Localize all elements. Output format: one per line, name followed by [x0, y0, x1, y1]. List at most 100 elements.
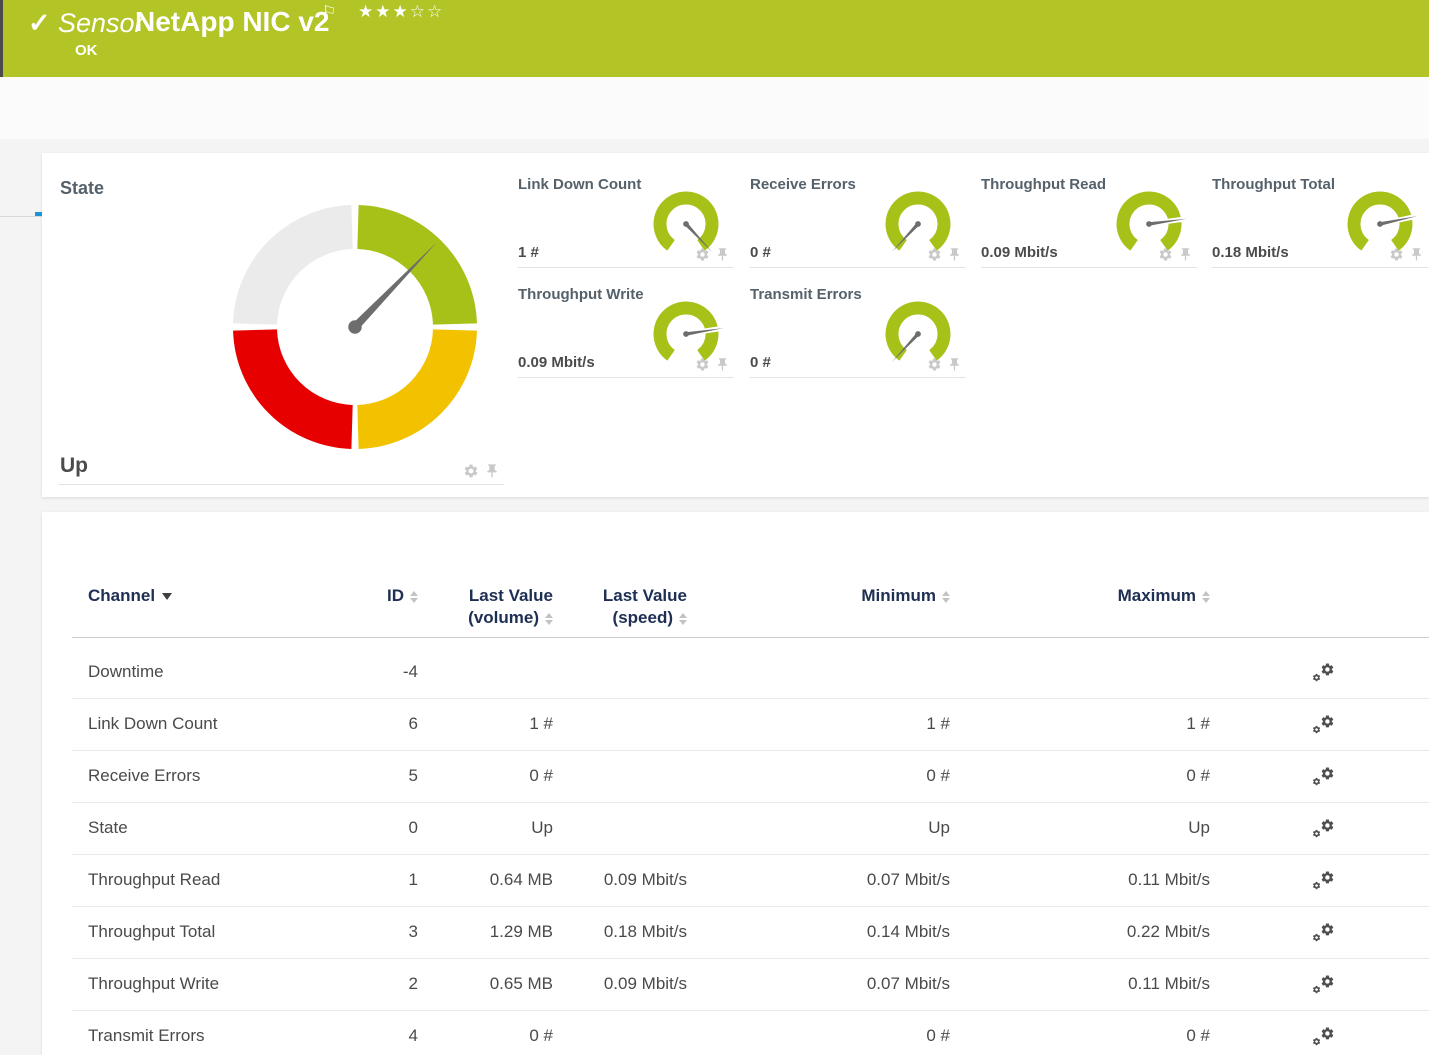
pin-icon[interactable]: [484, 463, 500, 479]
table-row-throughput-read: Throughput Read 1 0.64 MB 0.09 Mbit/s 0.…: [72, 855, 1429, 907]
gear-icon[interactable]: [695, 247, 710, 262]
cell-channel[interactable]: Throughput Write: [72, 959, 368, 1010]
priority-stars[interactable]: ★★★☆☆: [358, 2, 444, 22]
cell-maximum: 1 #: [950, 699, 1210, 750]
gear-icon[interactable]: [1158, 247, 1173, 262]
cell-id: 5: [368, 751, 418, 802]
channels-card: ChannelIDLast Value(volume) Last Value (sp…: [42, 512, 1429, 1055]
sort-icon: [942, 591, 950, 603]
column-label: Minimum: [861, 586, 936, 605]
table-row-throughput-write: Throughput Write 2 0.65 MB 0.09 Mbit/s 0…: [72, 959, 1429, 1011]
channel-settings-gears-icon[interactable]: [1312, 662, 1336, 684]
cell-last-value-volume: [418, 647, 553, 698]
gauge-value: 0 #: [750, 354, 771, 371]
gauge-title: Transmit Errors: [750, 286, 862, 303]
sort-desc-icon: [162, 593, 172, 600]
column-label: Last Value: [603, 586, 687, 605]
pin-icon[interactable]: [715, 247, 730, 262]
cell-last-value-speed: 0.09 Mbit/s: [553, 855, 687, 906]
pin-icon[interactable]: [715, 357, 730, 372]
gauge-panel-throughput-total: Throughput Total 0.18 Mbit/s: [1212, 170, 1428, 268]
cell-id: 3: [368, 907, 418, 958]
cell-id: -4: [368, 647, 418, 698]
cell-minimum: 0.07 Mbit/s: [687, 855, 950, 906]
table-row-receive-errors: Receive Errors 5 0 # 0 # 0 #: [72, 751, 1429, 803]
column-header-channel[interactable]: Channel: [72, 585, 368, 629]
cell-channel[interactable]: Transmit Errors: [72, 1011, 368, 1055]
gear-icon[interactable]: [927, 247, 942, 262]
cell-channel[interactable]: Link Down Count: [72, 699, 368, 750]
cell-id: 1: [368, 855, 418, 906]
gauge-panel-transmit-errors: Transmit Errors 0 #: [750, 280, 966, 378]
cell-channel[interactable]: Throughput Read: [72, 855, 368, 906]
column-header-last-value-speed[interactable]: Last Value (speed): [553, 585, 687, 629]
status-text: OK: [75, 42, 98, 59]
cell-last-value-volume: 0.64 MB: [418, 855, 553, 906]
gauge-panel-state: State Up: [58, 170, 504, 485]
cell-last-value-speed: 0.18 Mbit/s: [553, 907, 687, 958]
column-header-id[interactable]: ID: [368, 585, 418, 629]
sensor-status-banner: ✓ Sensor NetApp NIC v2 ⚐ ★★★☆☆ OK: [0, 0, 1429, 77]
cell-minimum: 0.07 Mbit/s: [687, 959, 950, 1010]
cell-maximum: 0.22 Mbit/s: [950, 907, 1210, 958]
cell-id: 2: [368, 959, 418, 1010]
status-ok-check-icon: ✓: [28, 8, 51, 39]
cell-last-value-volume: 1 #: [418, 699, 553, 750]
gear-icon[interactable]: [927, 357, 942, 372]
gauge-value: 1 #: [518, 244, 539, 261]
flag-icon[interactable]: ⚐: [322, 2, 336, 22]
cell-minimum: 0 #: [687, 751, 950, 802]
cell-last-value-speed: [553, 647, 687, 698]
table-header: ChannelIDLast Value(volume) Last Value (sp…: [72, 585, 1429, 638]
cell-last-value-speed: [553, 803, 687, 854]
cell-id: 4: [368, 1011, 418, 1055]
cell-maximum: 0 #: [950, 751, 1210, 802]
pin-icon[interactable]: [1409, 247, 1424, 262]
gauge-panel-link-down-count: Link Down Count 1 #: [518, 170, 734, 268]
gauge-value: 0.18 Mbit/s: [1212, 244, 1289, 261]
channel-settings-gears-icon[interactable]: [1312, 714, 1336, 736]
column-header-maximum[interactable]: Maximum: [950, 585, 1210, 629]
sort-icon: [545, 613, 553, 625]
cell-channel[interactable]: Receive Errors: [72, 751, 368, 802]
cell-channel[interactable]: Throughput Total: [72, 907, 368, 958]
channel-settings-gears-icon[interactable]: [1312, 922, 1336, 944]
gauge-title: State: [60, 178, 104, 199]
gauge-title: Throughput Read: [981, 176, 1106, 193]
sort-icon: [410, 591, 418, 603]
gear-icon[interactable]: [695, 357, 710, 372]
sort-icon: [679, 613, 687, 625]
cell-channel[interactable]: State: [72, 803, 368, 854]
gauge-title: Throughput Total: [1212, 176, 1335, 193]
cell-minimum: 0.14 Mbit/s: [687, 907, 950, 958]
cell-last-value-volume: 0 #: [418, 751, 553, 802]
gauge-panel-receive-errors: Receive Errors 0 #: [750, 170, 966, 268]
channel-settings-gears-icon[interactable]: [1312, 1026, 1336, 1048]
column-header-last-value-volume[interactable]: Last Value(volume): [418, 585, 553, 629]
column-label: (speed): [613, 608, 673, 627]
channel-settings-gears-icon[interactable]: [1312, 766, 1336, 788]
column-header-minimum[interactable]: Minimum: [687, 585, 950, 629]
pin-icon[interactable]: [1178, 247, 1193, 262]
table-row-downtime: Downtime -4: [72, 647, 1429, 699]
gauge-panel-throughput-write: Throughput Write 0.09 Mbit/s: [518, 280, 734, 378]
cell-last-value-volume: 0.65 MB: [418, 959, 553, 1010]
cell-last-value-speed: 0.09 Mbit/s: [553, 959, 687, 1010]
channel-settings-gears-icon[interactable]: [1312, 870, 1336, 892]
table-row-state: State 0 Up Up Up: [72, 803, 1429, 855]
pin-icon[interactable]: [947, 247, 962, 262]
channel-settings-gears-icon[interactable]: [1312, 818, 1336, 840]
channel-settings-gears-icon[interactable]: [1312, 974, 1336, 996]
sort-icon: [1202, 591, 1210, 603]
cell-last-value-volume: 0 #: [418, 1011, 553, 1055]
cell-last-value-volume: 1.29 MB: [418, 907, 553, 958]
gear-icon[interactable]: [1389, 247, 1404, 262]
cell-minimum: Up: [687, 803, 950, 854]
gear-icon[interactable]: [463, 463, 479, 479]
cell-minimum: [687, 647, 950, 698]
table-row-transmit-errors: Transmit Errors 4 0 # 0 # 0 #: [72, 1011, 1429, 1055]
pin-icon[interactable]: [947, 357, 962, 372]
cell-channel[interactable]: Downtime: [72, 647, 368, 698]
column-label: (volume): [468, 608, 539, 627]
cell-id: 0: [368, 803, 418, 854]
